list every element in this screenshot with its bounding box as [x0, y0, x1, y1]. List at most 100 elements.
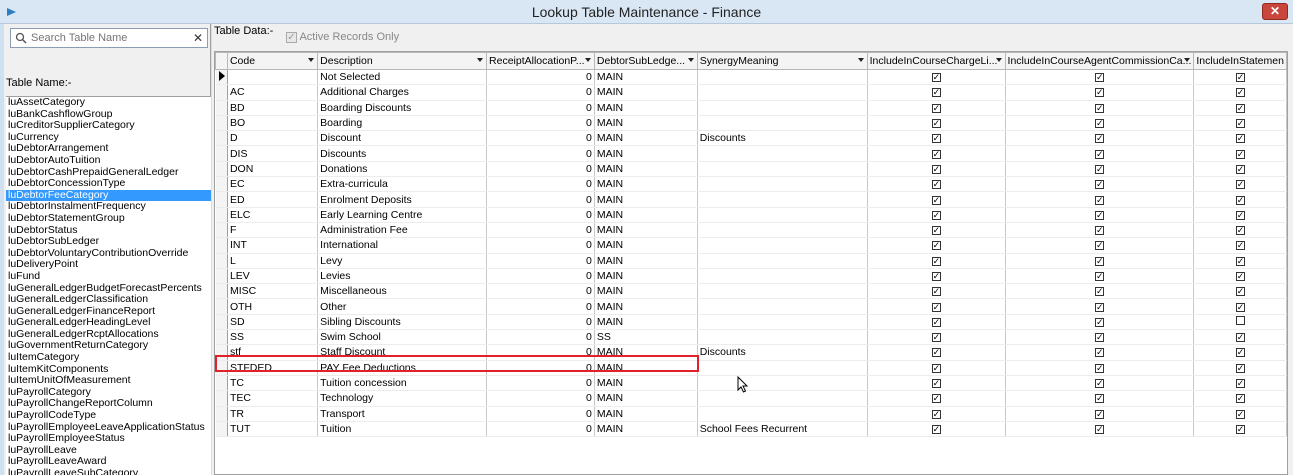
- cell-debtor-subledger[interactable]: MAIN: [594, 130, 698, 147]
- checkbox[interactable]: ✓: [931, 363, 941, 373]
- cell-receipt-allocation[interactable]: 0: [486, 390, 595, 407]
- checkbox[interactable]: ✓: [931, 180, 941, 190]
- checkbox[interactable]: ✓: [1094, 195, 1104, 205]
- cell-checkbox[interactable]: [1193, 314, 1287, 331]
- checkbox[interactable]: ✓: [931, 88, 941, 98]
- cell-debtor-subledger[interactable]: MAIN: [594, 222, 698, 239]
- cell-debtor-subledger[interactable]: MAIN: [594, 253, 698, 269]
- cell-debtor-subledger[interactable]: MAIN: [594, 84, 698, 101]
- checkbox[interactable]: ✓: [1094, 149, 1104, 159]
- cell-checkbox[interactable]: ✓: [1193, 375, 1287, 392]
- cell-code[interactable]: TC: [227, 375, 319, 392]
- table-list-item[interactable]: luDebtorStatementGroup: [6, 212, 211, 225]
- checkbox[interactable]: ✓: [1094, 256, 1104, 266]
- cell-receipt-allocation[interactable]: 0: [486, 375, 595, 392]
- cell-receipt-allocation[interactable]: 0: [486, 161, 595, 178]
- cell-description[interactable]: Administration Fee: [317, 222, 488, 239]
- cell-description[interactable]: Donations: [317, 161, 488, 178]
- cell-description[interactable]: Staff Discount: [317, 344, 488, 361]
- cell-synergy-meaning[interactable]: [697, 329, 868, 346]
- cell-code[interactable]: TR: [227, 406, 319, 422]
- cell-checkbox[interactable]: ✓: [867, 421, 1006, 438]
- cell-synergy-meaning[interactable]: [697, 253, 868, 269]
- checkbox[interactable]: ✓: [1235, 394, 1245, 404]
- cell-code[interactable]: STFDED: [227, 360, 319, 376]
- table-row[interactable]: INT International 0 MAIN ✓ ✓ ✓: [215, 237, 1287, 254]
- table-list-item[interactable]: luAssetCategory: [6, 97, 211, 109]
- dropdown-arrow-icon[interactable]: [995, 58, 1002, 62]
- cell-checkbox[interactable]: ✓: [1193, 390, 1287, 407]
- cell-checkbox[interactable]: ✓: [1005, 207, 1195, 223]
- table-row[interactable]: BO Boarding 0 MAIN ✓ ✓ ✓: [215, 115, 1287, 132]
- cell-checkbox[interactable]: ✓: [1193, 207, 1287, 223]
- cell-debtor-subledger[interactable]: SS: [594, 329, 698, 346]
- checkbox[interactable]: ✓: [1235, 119, 1245, 129]
- table-row[interactable]: L Levy 0 MAIN ✓ ✓ ✓: [215, 253, 1287, 269]
- table-list-item[interactable]: luPayrollCodeType: [6, 409, 211, 422]
- dropdown-arrow-icon[interactable]: [687, 58, 694, 62]
- cell-synergy-meaning[interactable]: School Fees Recurrent: [697, 421, 868, 438]
- cell-receipt-allocation[interactable]: 0: [486, 115, 595, 132]
- cell-code[interactable]: BO: [227, 115, 319, 132]
- row-header[interactable]: [215, 84, 228, 101]
- cell-checkbox[interactable]: ✓: [867, 69, 1006, 86]
- cell-description[interactable]: Discounts: [317, 145, 488, 162]
- cell-receipt-allocation[interactable]: 0: [486, 253, 595, 269]
- col-header-receipt-allocation[interactable]: ReceiptAllocationP...: [486, 52, 595, 70]
- cell-code[interactable]: SS: [227, 329, 319, 346]
- table-name-list[interactable]: luAssetCategory luBankCashflowGroup luCred…: [6, 96, 211, 475]
- search-box[interactable]: ✕: [10, 28, 208, 48]
- cell-synergy-meaning[interactable]: Discounts: [697, 344, 868, 361]
- cell-synergy-meaning[interactable]: [697, 237, 868, 254]
- cell-receipt-allocation[interactable]: 0: [486, 329, 595, 346]
- cell-checkbox[interactable]: ✓: [1005, 298, 1195, 315]
- cell-checkbox[interactable]: ✓: [867, 207, 1006, 223]
- cell-checkbox[interactable]: ✓: [1193, 283, 1287, 300]
- row-header[interactable]: [215, 69, 228, 86]
- cell-description[interactable]: Swim School: [317, 329, 488, 346]
- cell-checkbox[interactable]: ✓: [1005, 375, 1195, 392]
- row-header[interactable]: [215, 145, 228, 162]
- row-header[interactable]: [215, 329, 228, 346]
- cell-checkbox[interactable]: ✓: [1005, 222, 1195, 239]
- cell-checkbox[interactable]: ✓: [867, 268, 1006, 285]
- cell-debtor-subledger[interactable]: MAIN: [594, 237, 698, 254]
- table-row[interactable]: ED Enrolment Deposits 0 MAIN ✓ ✓ ✓: [215, 191, 1287, 208]
- row-header[interactable]: [215, 344, 228, 361]
- dropdown-arrow-icon[interactable]: [308, 58, 315, 62]
- cell-checkbox[interactable]: ✓: [1193, 222, 1287, 239]
- table-row[interactable]: TEC Technology 0 MAIN ✓ ✓ ✓: [215, 390, 1287, 407]
- dropdown-arrow-icon[interactable]: [584, 58, 591, 62]
- cell-debtor-subledger[interactable]: MAIN: [594, 298, 698, 315]
- checkbox[interactable]: ✓: [931, 119, 941, 129]
- checkbox[interactable]: ✓: [1094, 424, 1104, 434]
- cell-debtor-subledger[interactable]: MAIN: [594, 314, 698, 331]
- cell-synergy-meaning[interactable]: [697, 222, 868, 239]
- col-header-debtor-subledger[interactable]: DebtorSubLedge...: [593, 52, 698, 70]
- cell-checkbox[interactable]: ✓: [1193, 161, 1287, 178]
- cell-code[interactable]: F: [227, 222, 319, 239]
- table-row[interactable]: Not Selected 0 MAIN ✓ ✓ ✓: [215, 69, 1287, 86]
- dropdown-arrow-icon[interactable]: [477, 58, 484, 62]
- cell-checkbox[interactable]: ✓: [867, 222, 1006, 239]
- cell-synergy-meaning[interactable]: [697, 314, 868, 331]
- checkbox[interactable]: ✓: [1094, 333, 1104, 343]
- cell-checkbox[interactable]: ✓: [867, 237, 1006, 254]
- checkbox[interactable]: ✓: [1235, 287, 1245, 297]
- checkbox[interactable]: ✓: [931, 379, 941, 389]
- checkbox[interactable]: ✓: [1094, 226, 1104, 236]
- checkbox[interactable]: ✓: [1094, 302, 1104, 312]
- row-header[interactable]: [215, 161, 228, 178]
- cell-synergy-meaning[interactable]: [697, 145, 868, 162]
- cell-receipt-allocation[interactable]: 0: [486, 69, 595, 86]
- checkbox[interactable]: ✓: [1235, 164, 1245, 174]
- cell-checkbox[interactable]: ✓: [1005, 115, 1195, 132]
- row-header[interactable]: [215, 100, 228, 116]
- cell-debtor-subledger[interactable]: MAIN: [594, 100, 698, 116]
- cell-description[interactable]: International: [317, 237, 488, 254]
- cell-code[interactable]: ELC: [227, 207, 319, 223]
- checkbox[interactable]: ✓: [1094, 272, 1104, 281]
- data-grid[interactable]: Code Description ReceiptAllocationP... D…: [214, 51, 1288, 475]
- cell-checkbox[interactable]: ✓: [867, 329, 1006, 346]
- cell-description[interactable]: Miscellaneous: [317, 283, 488, 300]
